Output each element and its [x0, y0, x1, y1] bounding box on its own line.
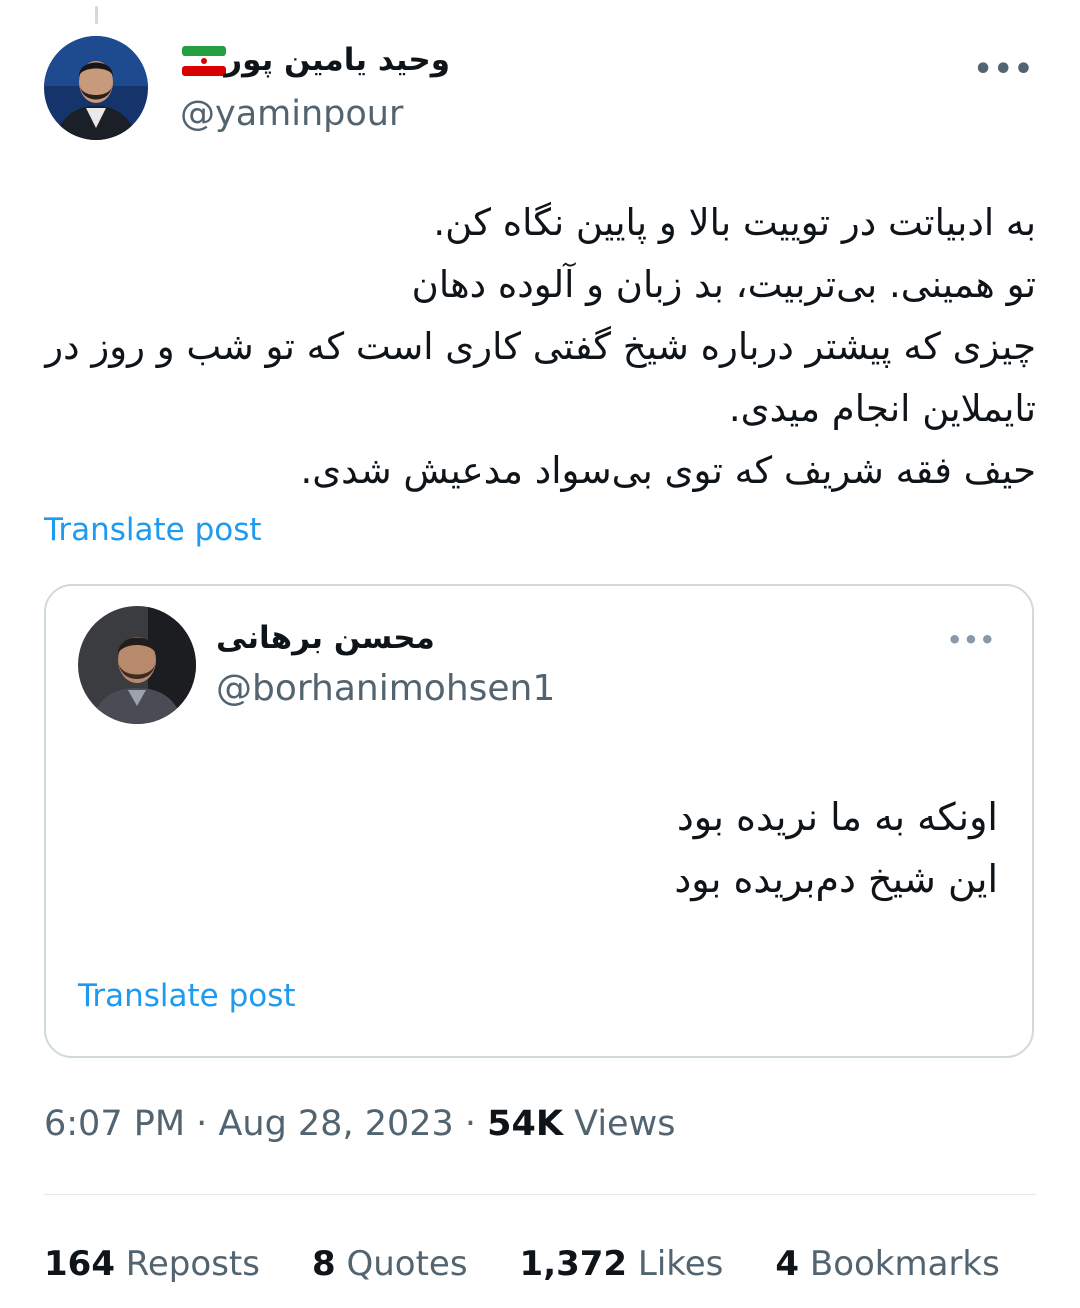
divider — [44, 1194, 1036, 1195]
views-count: 54K — [487, 1104, 563, 1144]
reposts-stat[interactable]: 164 Reposts — [44, 1244, 260, 1284]
quotes-stat[interactable]: 8 Quotes — [312, 1244, 468, 1284]
quotes-count: 8 — [311, 1244, 336, 1284]
tweet-line: تایملاین انجام میدی. — [728, 387, 1036, 430]
author-avatar[interactable] — [44, 36, 148, 140]
author-display-name-text[interactable]: وحید یامین پور — [224, 42, 450, 78]
thread-connector-line — [95, 6, 98, 24]
reposts-count: 164 — [44, 1244, 115, 1284]
author-handle[interactable]: @yaminpour — [180, 94, 403, 134]
likes-count: 1,372 — [519, 1244, 628, 1284]
quoted-author-handle[interactable]: @borhanimohsen1 — [216, 668, 555, 709]
quoted-author-avatar[interactable] — [78, 606, 196, 724]
author-display-name[interactable]: وحید یامین پور — [224, 42, 450, 78]
tweet-text: به ادبیاتت در توییت بالا و پایین نگاه کن… — [44, 192, 1036, 502]
quoted-line: اونکه به ما نریده بود — [676, 795, 998, 839]
quoted-tweet-text: اونکه به ما نریده بود این شیخ دم‌بریده ب… — [674, 786, 998, 910]
quoted-more-options-icon[interactable]: ••• — [947, 626, 996, 654]
translate-post-link[interactable]: Translate post — [44, 512, 262, 548]
bookmarks-label: Bookmarks — [809, 1244, 1000, 1284]
likes-label: Likes — [637, 1244, 724, 1284]
more-options-icon[interactable]: ••• — [973, 52, 1034, 87]
iran-flag-icon — [182, 46, 226, 76]
tweet-meta: 6:07 PM · Aug 28, 2023 · 54K Views — [44, 1104, 675, 1144]
bookmarks-count: 4 — [775, 1244, 800, 1284]
tweet-line: چیزی که پیشتر درباره شیخ گفتی کاری است ک… — [45, 325, 1036, 368]
bookmarks-stat[interactable]: 4 Bookmarks — [775, 1244, 999, 1284]
meta-separator: · — [464, 1104, 488, 1144]
quoted-author-display-name[interactable]: محسن برهانی — [216, 620, 435, 656]
tweet-time[interactable]: 6:07 PM — [44, 1104, 185, 1144]
quoted-translate-post-link[interactable]: Translate post — [78, 978, 296, 1014]
quoted-line: این شیخ دم‌بریده بود — [674, 857, 998, 901]
tweet-line: حیف فقه شریف که توی بی‌سواد مدعیش شدی. — [300, 449, 1036, 492]
tweet-date[interactable]: Aug 28, 2023 — [218, 1104, 453, 1144]
likes-stat[interactable]: 1,372 Likes — [520, 1244, 724, 1284]
meta-separator: · — [196, 1104, 219, 1144]
tweet-line: تو همینی. بی‌تربیت، بد زبان و آلوده دهان — [411, 263, 1036, 306]
quoted-tweet-card[interactable]: محسن برهانی @borhanimohsen1 ••• اونکه به… — [44, 584, 1034, 1058]
quotes-label: Quotes — [346, 1244, 468, 1284]
engagement-stats: 164 Reposts 8 Quotes 1,372 Likes 4 Bookm… — [44, 1244, 1000, 1284]
reposts-label: Reposts — [125, 1244, 260, 1284]
tweet-line: به ادبیاتت در توییت بالا و پایین نگاه کن… — [433, 201, 1036, 244]
views-label: Views — [574, 1104, 676, 1144]
